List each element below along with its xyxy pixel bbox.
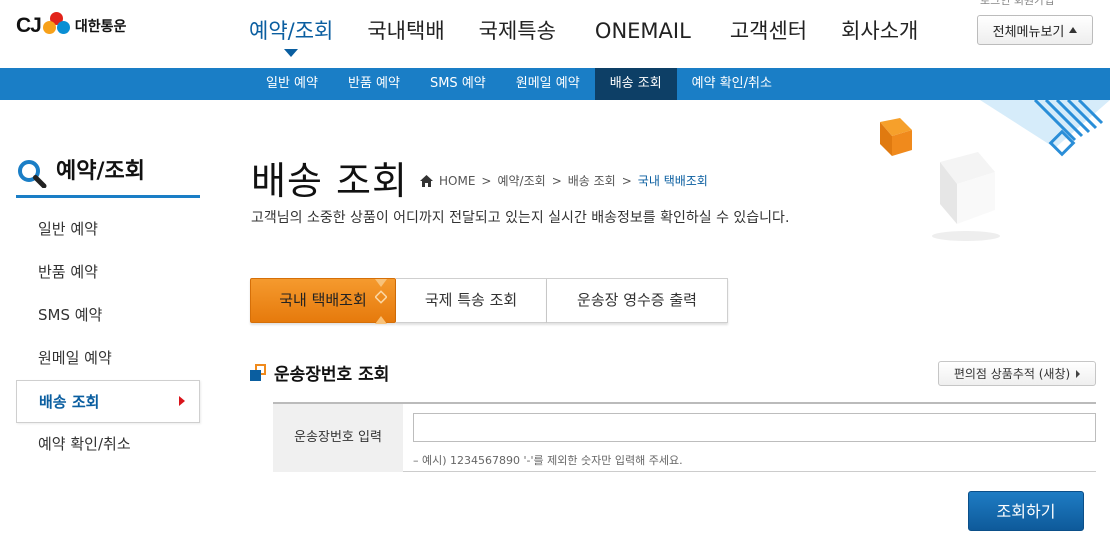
convenience-store-tracking-button[interactable]: 편의점 상품추적 (새창) — [938, 361, 1096, 386]
waybill-form: 운송장번호 입력 – 예시) 1234567890 '-'를 제외한 숫자만 입… — [273, 402, 1096, 472]
page-title: 배송 조회 — [251, 159, 408, 203]
gnb-domestic[interactable]: 국내택배 — [350, 14, 461, 48]
subnav-sms[interactable]: SMS 예약 — [415, 68, 501, 100]
side-item-sms[interactable]: SMS 예약 — [16, 294, 200, 337]
all-menu-button[interactable]: 전체메뉴보기 — [977, 15, 1093, 45]
arrow-right-icon — [1076, 369, 1081, 378]
breadcrumb-separator: > — [551, 173, 562, 188]
side-item-onemail[interactable]: 원메일 예약 — [16, 337, 200, 380]
subnav-general[interactable]: 일반 예약 — [251, 68, 333, 100]
gnb-customer-center[interactable]: 고객센터 — [713, 14, 824, 48]
subnav-tracking[interactable]: 배송 조회 — [594, 68, 677, 100]
gnb-label: ONEMAIL — [594, 19, 691, 43]
breadcrumb-reservation[interactable]: 예약/조회 — [497, 172, 545, 189]
caret-up-icon — [1069, 27, 1078, 33]
tab-ribbon-icon — [375, 279, 387, 324]
side-menu-title-text: 예약/조회 — [56, 159, 145, 184]
side-item-label: 배송 조회 — [39, 393, 100, 411]
tab-international-tracking[interactable]: 국제 특송 조회 — [396, 278, 547, 323]
all-menu-label: 전체메뉴보기 — [992, 24, 1065, 40]
convenience-store-tracking-label: 편의점 상품추적 (새창) — [953, 367, 1071, 381]
side-item-general[interactable]: 일반 예약 — [16, 208, 200, 251]
section-bullet-icon — [250, 363, 266, 381]
waybill-number-input[interactable] — [413, 413, 1096, 442]
tab-waybill-receipt[interactable]: 운송장 영수증 출력 — [547, 278, 728, 323]
gnb-label: 국제특송 — [478, 19, 556, 43]
gnb-label: 예약/조회 — [249, 19, 334, 43]
gnb-international[interactable]: 국제특송 — [462, 14, 573, 48]
section-title-text: 운송장번호 조회 — [274, 365, 390, 385]
breadcrumb-current: 국내 택배조회 — [637, 174, 708, 188]
side-menu: 일반 예약 반품 예약 SMS 예약 원메일 예약 배송 조회 예약 확인/취소 — [16, 208, 200, 466]
side-menu-title: 예약/조회 — [16, 156, 200, 198]
cj-logo[interactable]: CJ 대한통운 — [16, 6, 126, 46]
decorative-cubes-illustration — [860, 98, 1110, 260]
site-header: 로그인 회원가입 CJ 대한통운 예약/조회 국내택배 국제특송 ONEMAIL… — [0, 0, 1110, 68]
breadcrumb-tracking[interactable]: 배송 조회 — [568, 172, 616, 189]
logo-cj-text: CJ — [16, 14, 42, 37]
search-button[interactable]: 조회하기 — [968, 491, 1084, 531]
arrow-right-icon — [179, 396, 185, 406]
section-title: 운송장번호 조회 — [250, 360, 389, 385]
tab-label: 국내 택배조회 — [279, 291, 367, 309]
side-item-tracking[interactable]: 배송 조회 — [16, 380, 200, 423]
gnb-reservation[interactable]: 예약/조회 — [232, 14, 350, 57]
subnav-confirm-cancel[interactable]: 예약 확인/취소 — [677, 68, 787, 100]
search-icon — [18, 160, 47, 188]
logo-brand-text: 대한통운 — [74, 19, 127, 35]
cj-logo-mark-icon — [42, 12, 71, 40]
breadcrumb-home[interactable]: HOME — [439, 174, 475, 188]
global-nav: 예약/조회 국내택배 국제특송 ONEMAIL 고객센터 회사소개 — [232, 14, 935, 57]
sub-nav-bar: 일반 예약 반품 예약 SMS 예약 원메일 예약 배송 조회 예약 확인/취소 — [0, 68, 1110, 100]
subnav-onemail[interactable]: 원메일 예약 — [501, 68, 595, 100]
breadcrumb-separator: > — [481, 173, 492, 188]
subnav-return[interactable]: 반품 예약 — [333, 68, 415, 100]
breadcrumb-separator: > — [621, 173, 632, 188]
breadcrumb: HOME > 예약/조회 > 배송 조회 > 국내 택배조회 — [420, 172, 708, 189]
side-item-confirm-cancel[interactable]: 예약 확인/취소 — [16, 423, 200, 466]
active-indicator-icon — [284, 49, 299, 57]
waybill-field-label: 운송장번호 입력 — [273, 404, 403, 472]
gnb-label: 회사소개 — [841, 19, 919, 43]
side-item-return[interactable]: 반품 예약 — [16, 251, 200, 294]
gnb-company[interactable]: 회사소개 — [824, 14, 935, 48]
tracking-tabs: 국내 택배조회 국제 특송 조회 운송장 영수증 출력 — [250, 278, 728, 324]
gnb-onemail[interactable]: ONEMAIL — [573, 14, 713, 48]
gnb-label: 고객센터 — [729, 19, 808, 43]
home-icon — [420, 174, 433, 187]
waybill-input-hint: – 예시) 1234567890 '-'를 제외한 숫자만 입력해 주세요. — [413, 454, 683, 467]
gnb-label: 국내택배 — [367, 19, 445, 43]
page-description: 고객님의 소중한 상품이 어디까지 전달되고 있는지 실시간 배송정보를 확인하… — [251, 210, 790, 226]
tab-domestic-tracking[interactable]: 국내 택배조회 — [250, 278, 396, 324]
top-utility-links[interactable]: 로그인 회원가입 — [980, 0, 1054, 8]
